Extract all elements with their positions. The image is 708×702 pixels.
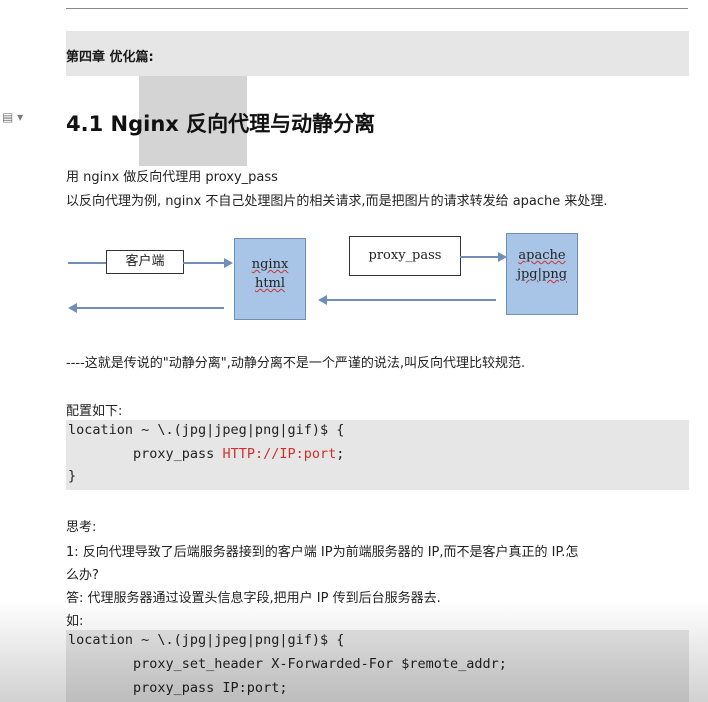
document-page: 第四章 优化篇: 4.1 Nginx 反向代理与动静分离 用 nginx 做反向… xyxy=(58,0,708,702)
code2-line-3: proxy_pass IP:port; xyxy=(68,680,288,696)
arrow-return-apache-nginx xyxy=(326,299,496,301)
nginx-html-label: html xyxy=(254,276,286,291)
nginx-label: nginx xyxy=(251,257,289,272)
think-title: 思考: xyxy=(66,520,97,535)
page-marker-icon: ▤ ▾ xyxy=(2,110,24,124)
proxy-pass-box: proxy_pass xyxy=(349,236,461,276)
code-block-2: location ~ \.(jpg|jpeg|png|gif)$ { proxy… xyxy=(66,630,689,702)
arrow-return-nginx-client xyxy=(76,307,224,309)
chapter-bar: 第四章 优化篇: xyxy=(66,31,689,76)
section-heading: 4.1 Nginx 反向代理与动静分离 xyxy=(66,112,376,136)
arrow-in-left xyxy=(68,262,106,264)
code1-semicolon: ; xyxy=(336,446,345,462)
code1-line-2: proxy_pass HTTP://IP:port; xyxy=(68,446,344,462)
nginx-box: nginx html xyxy=(234,238,306,320)
code1-line-1: location ~ \.(jpg|jpeg|png|gif)$ { xyxy=(68,422,345,438)
code-block-1: location ~ \.(jpg|jpeg|png|gif)$ { proxy… xyxy=(66,420,689,490)
client-label: 客户端 xyxy=(125,254,165,269)
arrow-proxy-apache xyxy=(460,256,500,258)
think-question-1: 1: 反向代理导致了后端服务器接到的客户端 IP为前端服务器的 IP,而不是客户… xyxy=(66,545,579,560)
code2-line-2: proxy_set_header X-Forwarded-For $remote… xyxy=(68,656,507,672)
think-answer: 答: 代理服务器通过设置头信息字段,把用户 IP 传到后台服务器去. xyxy=(66,591,441,606)
code1-directive: proxy_pass xyxy=(68,446,223,462)
intro-line-1: 用 nginx 做反向代理用 proxy_pass xyxy=(66,170,278,185)
code1-proxy-value: HTTP://IP:port xyxy=(222,446,337,462)
apache-box: apache jpg|png xyxy=(506,233,578,315)
proxy-diagram: 客户端 nginx html proxy_pass apache jpg|png xyxy=(66,228,696,338)
apache-jpg-png-label: jpg|png xyxy=(516,267,568,282)
page-header xyxy=(66,0,688,9)
arrow-head xyxy=(224,258,233,268)
arrow-client-nginx xyxy=(183,262,225,264)
apache-label: apache xyxy=(518,248,566,263)
left-gutter: ▤ ▾ xyxy=(0,0,59,702)
client-box: 客户端 xyxy=(106,250,184,274)
intro-line-2: 以反向代理为例, nginx 不自己处理图片的相关请求,而是把图片的请求转发给 … xyxy=(66,194,608,209)
think-question-2: 么办? xyxy=(66,568,99,583)
proxy-pass-label: proxy_pass xyxy=(368,248,442,263)
think-example: 如: xyxy=(66,614,84,629)
code1-line-3: } xyxy=(68,468,77,484)
code2-line-1: location ~ \.(jpg|jpeg|png|gif)$ { xyxy=(68,632,345,648)
dynamic-static-note: ----这就是传说的"动静分离",动静分离不是一个严谨的说法,叫反向代理比较规范… xyxy=(66,356,526,371)
config-label: 配置如下: xyxy=(66,404,123,419)
chapter-title: 第四章 优化篇: xyxy=(66,50,154,65)
